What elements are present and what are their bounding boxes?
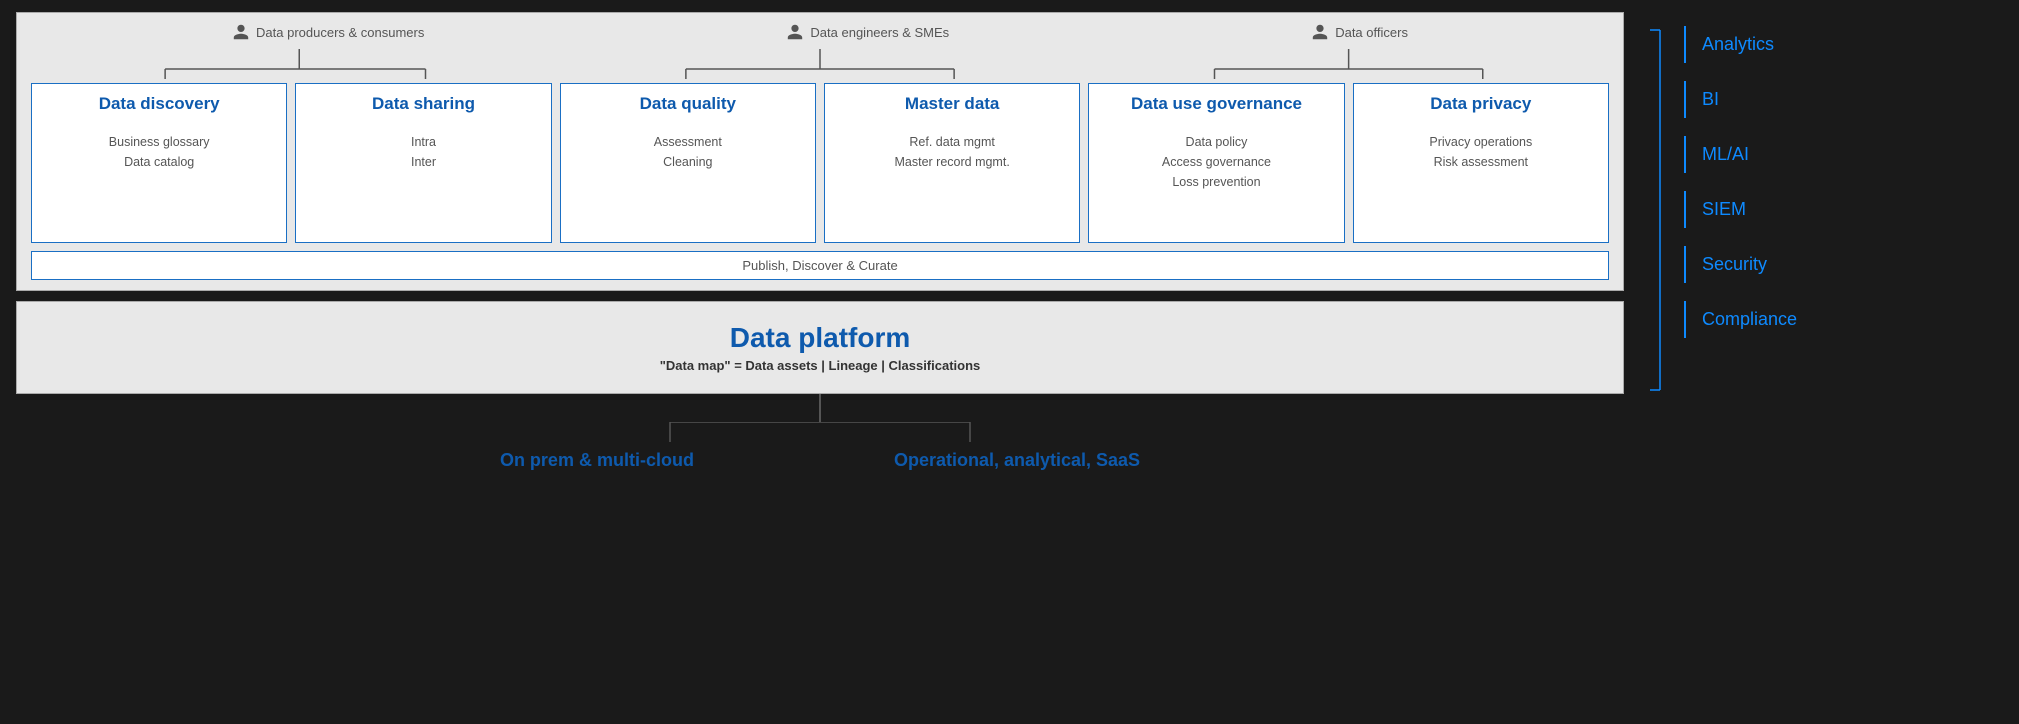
persona-label: Data officers: [1335, 25, 1408, 40]
sidebar-item-analytics[interactable]: Analytics: [1684, 26, 1995, 63]
right-sidebar: Analytics BI ML/AI SIEM Security Complia…: [1640, 0, 2019, 724]
card-data-sharing: Data sharing IntraInter: [295, 83, 551, 243]
vertical-connector: [819, 394, 821, 422]
cards-row: Data discovery Business glossaryData cat…: [31, 83, 1609, 243]
platform-title: Data platform: [31, 322, 1609, 354]
card-data-privacy: Data privacy Privacy operationsRisk asse…: [1353, 83, 1609, 243]
persona-label: Data producers & consumers: [256, 25, 424, 40]
persona-officers: Data officers: [1311, 23, 1408, 41]
platform-section: Data platform "Data map" = Data assets |…: [16, 301, 1624, 394]
branch-connector: [520, 422, 1120, 442]
branch-label-operational: Operational, analytical, SaaS: [894, 450, 1140, 471]
card-data-discovery: Data discovery Business glossaryData cat…: [31, 83, 287, 243]
platform-subtitle: "Data map" = Data assets | Lineage | Cla…: [31, 358, 1609, 373]
branch-label-onprem: On prem & multi-cloud: [500, 450, 694, 471]
card-data-use-governance: Data use governance Data policyAccess go…: [1088, 83, 1344, 243]
sidebar-item-compliance[interactable]: Compliance: [1684, 301, 1995, 338]
branch-labels: On prem & multi-cloud Operational, analy…: [500, 450, 1140, 471]
sidebar-item-security[interactable]: Security: [1684, 246, 1995, 283]
persona-producers: Data producers & consumers: [232, 23, 424, 41]
sidebar-item-mlai[interactable]: ML/AI: [1684, 136, 1995, 173]
sidebar-item-bi[interactable]: BI: [1684, 81, 1995, 118]
persona-engineers: Data engineers & SMEs: [786, 23, 949, 41]
sidebar-item-siem[interactable]: SIEM: [1684, 191, 1995, 228]
bottom-section: On prem & multi-cloud Operational, analy…: [16, 394, 1624, 724]
branch-svg: [520, 422, 1120, 442]
card-data-quality: Data quality AssessmentCleaning: [560, 83, 816, 243]
card-master-data: Master data Ref. data mgmtMaster record …: [824, 83, 1080, 243]
persona-row: Data producers & consumers Data engineer…: [31, 23, 1609, 41]
persona-label: Data engineers & SMEs: [810, 25, 949, 40]
connector-lines: [31, 49, 1609, 79]
governance-section: Data producers & consumers Data engineer…: [16, 12, 1624, 291]
main-area: Data producers & consumers Data engineer…: [0, 0, 1640, 724]
bracket-svg: [1640, 20, 1670, 400]
sidebar-list: Analytics BI ML/AI SIEM Security Complia…: [1684, 26, 1995, 342]
publish-bar: Publish, Discover & Curate: [31, 251, 1609, 280]
